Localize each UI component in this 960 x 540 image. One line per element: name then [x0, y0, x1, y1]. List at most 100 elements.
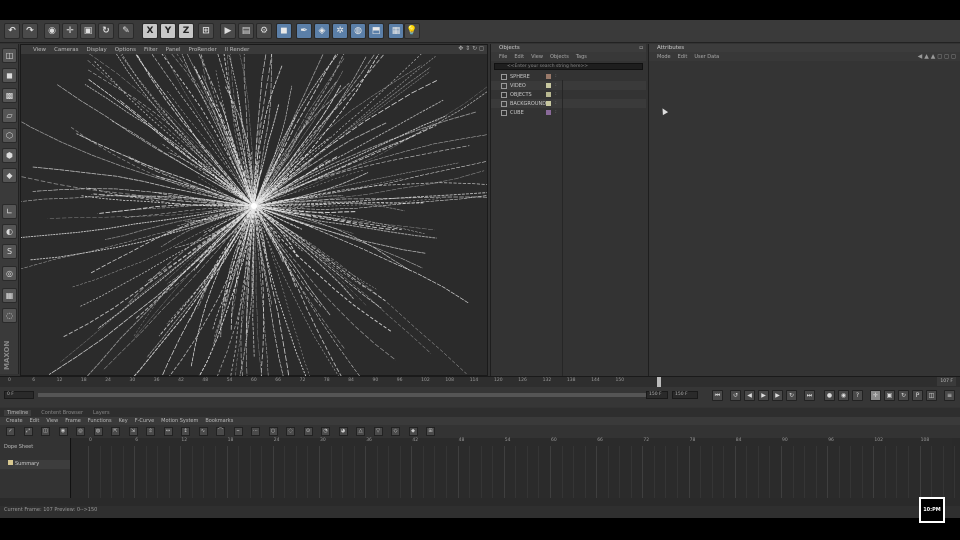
timeline-tool-icon[interactable]: ⇲ — [128, 427, 138, 436]
next-frame-button[interactable]: ▶ — [772, 390, 783, 401]
menu-display[interactable]: Display — [87, 47, 107, 53]
timeline-tool-icon[interactable]: ⋯ — [251, 427, 260, 436]
timeline-tool-icon[interactable]: ↕ — [181, 427, 190, 436]
timeline-tool-icon[interactable]: ⌣ — [233, 427, 243, 436]
y-axis-icon[interactable]: Y — [160, 23, 176, 39]
timeline-tool-icon[interactable]: ⊙ — [303, 427, 313, 436]
timeline-tool-icon[interactable]: ◔ — [321, 427, 330, 436]
objects-search-input[interactable]: <<Enter your search string here>> — [494, 63, 643, 70]
menu-cameras[interactable]: Cameras — [54, 47, 78, 53]
menu-filter[interactable]: Filter — [144, 47, 158, 53]
viewport-canvas[interactable] — [21, 54, 487, 376]
timeline-tool-icon[interactable]: ⤢ — [23, 427, 33, 436]
object-row[interactable]: CUBE: — [491, 108, 646, 117]
menu-timeline[interactable]: Timeline — [4, 409, 32, 416]
menu-panel[interactable]: Panel — [166, 47, 181, 53]
live-selection-icon[interactable]: ◉ — [44, 23, 60, 39]
timeline-tool-icon[interactable]: ◌ — [286, 427, 295, 436]
menu-prorender[interactable]: ProRender — [189, 47, 217, 53]
timeline-tool-icon[interactable]: ◆ — [408, 427, 418, 436]
menu-functions[interactable]: Functions — [88, 418, 112, 424]
start-frame-field[interactable]: 0 F — [4, 391, 34, 399]
redo-icon[interactable]: ↷ — [22, 23, 38, 39]
menu-edit[interactable]: Edit — [30, 418, 40, 424]
go-to-start-button[interactable]: ⏮ — [712, 390, 723, 401]
key-rotation-button[interactable]: ↻ — [898, 390, 909, 401]
preview-range-slider[interactable] — [38, 393, 668, 397]
timeline-tool-icon[interactable]: ◕ — [338, 427, 348, 436]
dope-sheet-grid[interactable]: 0 6 12 18 24 30 36 42 48 54 60 66 72 78 84 90 96 102 108 — [72, 438, 956, 498]
go-to-next-key-button[interactable]: ↻ — [786, 390, 797, 401]
objects-column-divider[interactable] — [562, 80, 563, 376]
menu-bookmarks[interactable]: Bookmarks — [205, 418, 233, 424]
pen-icon[interactable]: ✒ — [296, 23, 312, 39]
record-button[interactable]: ● — [824, 390, 835, 401]
timeline-tool-icon[interactable]: ∿ — [198, 427, 208, 436]
deformer-icon[interactable]: ◍ — [350, 23, 366, 39]
viewport-nav-icons[interactable]: ✥ ⇕ ↻ ◻ — [458, 45, 484, 52]
key-scale-button[interactable]: ▣ — [884, 390, 895, 401]
timeline-ruler[interactable]: 107 F 0 6 12 18 24 30 36 42 48 54 60 66 72 78 84 90 96 10… — [0, 376, 960, 387]
keyframe-selection-button[interactable]: ? — [852, 390, 863, 401]
object-row[interactable]: VIDEO: — [491, 81, 646, 90]
floor-icon[interactable]: ⬒ — [368, 23, 384, 39]
previous-frame-button[interactable]: ◀ — [744, 390, 755, 401]
subdivision-icon[interactable]: ◈ — [314, 23, 330, 39]
menu-options[interactable]: Options — [115, 47, 136, 53]
layer-color-swatch[interactable] — [546, 110, 551, 115]
menu-objects[interactable]: Objects — [550, 54, 569, 60]
menu-edit[interactable]: Edit — [678, 54, 688, 60]
timeline-tool-icon[interactable]: ⇳ — [146, 427, 155, 436]
points-mode-icon[interactable]: ⬡ — [2, 128, 17, 143]
timeline-tool-icon[interactable]: ◉ — [58, 427, 68, 436]
timeline-tool-icon[interactable]: ⌒ — [216, 427, 225, 436]
timeline-tool-icon[interactable]: ◇ — [391, 427, 400, 436]
go-to-previous-key-button[interactable]: ↺ — [730, 390, 741, 401]
go-to-end-button[interactable]: ⏭ — [804, 390, 815, 401]
menu-create[interactable]: Create — [6, 418, 23, 424]
menu-ii-render[interactable]: II Render — [225, 47, 250, 53]
key-position-button[interactable]: ✛ — [870, 390, 881, 401]
workplane-lock-icon[interactable]: ◎ — [2, 266, 17, 281]
play-button[interactable]: ▶ — [758, 390, 769, 401]
menu-view[interactable]: View — [531, 54, 543, 60]
visibility-dots[interactable]: : — [555, 82, 557, 88]
panel-options-icon[interactable]: ▫ — [639, 44, 643, 52]
timeline-tool-icon[interactable]: ◍ — [93, 427, 103, 436]
summary-track[interactable]: Summary — [0, 460, 70, 469]
solo-icon[interactable]: ◌ — [2, 308, 17, 323]
timeline-playhead[interactable] — [657, 377, 661, 387]
z-axis-icon[interactable]: Z — [178, 23, 194, 39]
object-row[interactable]: SPHERE: — [491, 72, 646, 81]
polygons-mode-icon[interactable]: ◆ — [2, 168, 17, 183]
snap-icon[interactable]: S — [2, 244, 17, 259]
visibility-dots[interactable]: : — [555, 91, 557, 97]
autokey-button[interactable]: ◉ — [838, 390, 849, 401]
menu-tags[interactable]: Tags — [576, 54, 587, 60]
timeline-tool-icon[interactable]: △ — [356, 427, 365, 436]
render-picture-viewer-icon[interactable]: ▤ — [238, 23, 254, 39]
timeline-tool-icon[interactable]: ✓ — [6, 427, 15, 436]
fps-field[interactable]: 107 F — [937, 377, 956, 386]
layer-color-swatch[interactable] — [546, 92, 551, 97]
grid-icon[interactable]: ▦ — [2, 288, 17, 303]
timeline-tool-icon[interactable]: ○ — [268, 427, 278, 436]
menu-key[interactable]: Key — [119, 418, 128, 424]
model-mode-icon[interactable]: ◼ — [2, 68, 17, 83]
scale-icon[interactable]: ▣ — [80, 23, 96, 39]
timeline-menu-button[interactable]: ≡ — [944, 390, 955, 401]
layer-color-swatch[interactable] — [546, 101, 551, 106]
attributes-nav-icons[interactable]: ◀ ▲ ▲ ◻ ◻ ◻ — [918, 53, 956, 60]
menu-user-data[interactable]: User Data — [694, 54, 719, 60]
menu-motion-system[interactable]: Motion System — [161, 418, 198, 424]
enable-axis-icon[interactable]: ∟ — [2, 204, 17, 219]
timeline-tool-icon[interactable]: ↔ — [163, 427, 173, 436]
render-settings-icon[interactable]: ⚙ — [256, 23, 272, 39]
menu-edit[interactable]: Edit — [514, 54, 524, 60]
layer-color-swatch[interactable] — [546, 83, 551, 88]
timeline-tool-icon[interactable]: ⇱ — [111, 427, 120, 436]
menu-view[interactable]: View — [33, 47, 46, 53]
coordinate-system-icon[interactable]: ⊞ — [198, 23, 214, 39]
undo-icon[interactable]: ↶ — [4, 23, 20, 39]
end-frame-field-2[interactable]: 150 F — [672, 391, 698, 399]
